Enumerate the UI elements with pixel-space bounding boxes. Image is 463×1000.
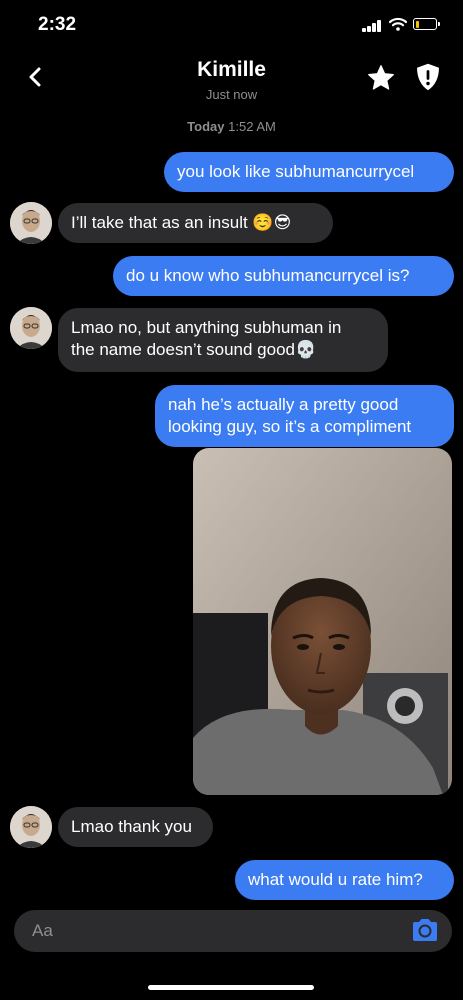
message-text: do u know who subhumancurrycel is?	[126, 266, 410, 285]
message-text: you look like subhumancurrycel	[177, 162, 415, 181]
shield-icon[interactable]	[414, 62, 442, 92]
message-bubble-outgoing[interactable]: do u know who subhumancurrycel is?	[113, 256, 454, 296]
message-text: what would u rate him?	[248, 870, 423, 889]
wifi-icon	[389, 17, 407, 31]
home-indicator[interactable]	[148, 985, 314, 990]
timestamp-time: 1:52 AM	[228, 119, 276, 134]
signal-icon	[362, 20, 384, 32]
message-bubble-outgoing[interactable]: nah he’s actually a pretty good looking …	[155, 385, 454, 447]
selfie-photo	[193, 448, 452, 795]
message-text-line: looking guy, so it’s a compliment	[168, 417, 412, 436]
timestamp-day: Today	[187, 119, 225, 134]
status-time: 2:32	[38, 14, 77, 35]
conversation-timestamp: Today 1:52 AM	[0, 119, 463, 134]
message-text-line: the name doesn’t sound good💀	[71, 340, 317, 359]
message-text: I’ll take that as an insult ☺️😎	[71, 213, 292, 232]
message-text-line: nah he’s actually a pretty good	[168, 395, 399, 414]
message-text: Lmao thank you	[71, 817, 192, 836]
message-text-line: Lmao no, but anything subhuman in	[71, 318, 342, 337]
photo-message[interactable]	[193, 448, 452, 795]
message-bubble-incoming[interactable]: I’ll take that as an insult ☺️😎	[58, 203, 333, 243]
message-input-placeholder: Aa	[32, 921, 53, 940]
message-bubble-outgoing[interactable]: you look like subhumancurrycel	[164, 152, 454, 192]
message-bubble-incoming[interactable]: Lmao thank you	[58, 807, 213, 847]
avatar[interactable]	[10, 307, 52, 349]
battery-icon	[413, 18, 440, 30]
avatar[interactable]	[10, 202, 52, 244]
avatar[interactable]	[10, 806, 52, 848]
message-bubble-outgoing[interactable]: what would u rate him?	[235, 860, 454, 900]
message-input[interactable]	[14, 910, 452, 952]
message-bubble-incoming[interactable]: Lmao no, but anything subhuman in the na…	[58, 308, 388, 372]
camera-icon[interactable]	[410, 917, 440, 943]
star-icon[interactable]	[366, 63, 396, 93]
